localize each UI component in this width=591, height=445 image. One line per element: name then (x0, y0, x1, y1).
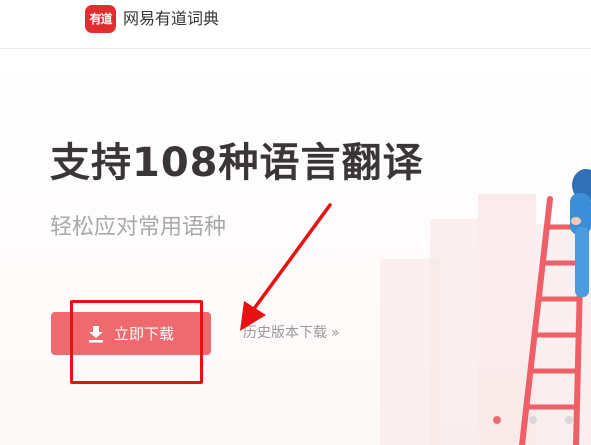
top-bar: 有道 网易有道词典 (0, 0, 591, 49)
annotation-highlight-box (70, 300, 203, 384)
hero-banner: 支持108种语言翻译 轻松应对常用语种 立即下载 历史版本下载» (0, 49, 591, 445)
carousel-dot[interactable] (565, 416, 573, 424)
hero-subtitle: 轻松应对常用语种 (50, 215, 227, 240)
ladder-illustration (519, 169, 591, 445)
carousel-dot-active[interactable] (493, 416, 501, 424)
youdao-logo[interactable]: 有道 (85, 5, 116, 33)
hero-title: 支持108种语言翻译 (50, 140, 424, 186)
background-building (430, 219, 478, 445)
brand-name[interactable]: 网易有道词典 (123, 8, 219, 30)
annotation-arrow (240, 203, 332, 331)
carousel-dot[interactable] (529, 416, 537, 424)
